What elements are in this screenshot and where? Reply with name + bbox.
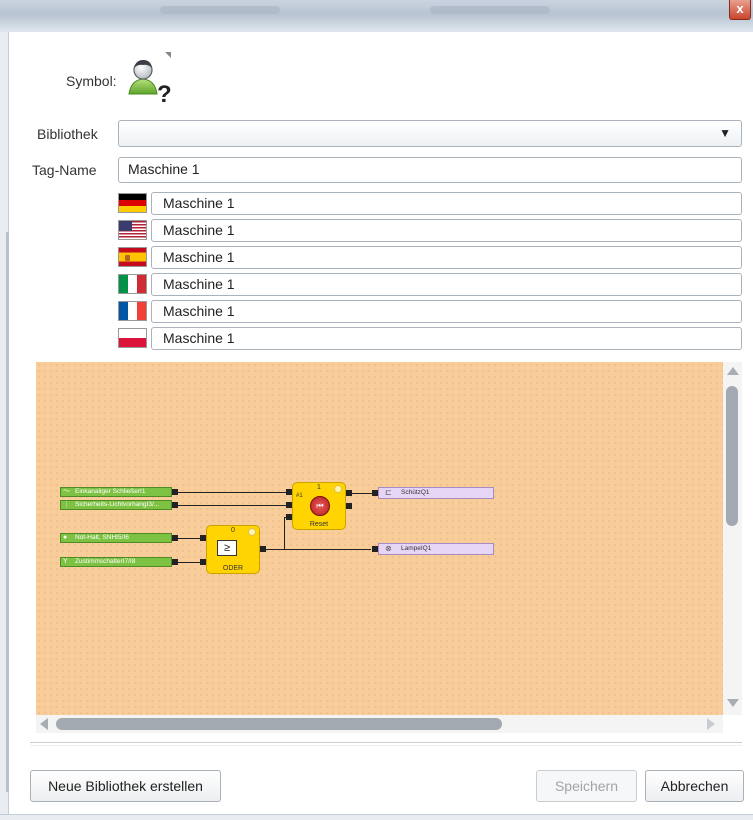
output-port[interactable] bbox=[172, 489, 178, 495]
new-library-button[interactable]: Neue Bibliothek erstellen bbox=[30, 770, 221, 802]
input-port[interactable] bbox=[200, 559, 206, 565]
scroll-down-icon[interactable] bbox=[727, 699, 739, 707]
window-frame-bottom bbox=[0, 814, 753, 820]
wire bbox=[352, 493, 372, 494]
output-port[interactable] bbox=[346, 503, 352, 509]
reset-icon: ⏮ bbox=[310, 496, 330, 516]
scroll-left-icon[interactable] bbox=[40, 718, 48, 730]
info-icon bbox=[334, 485, 342, 493]
us-flag-icon bbox=[118, 220, 147, 240]
input-node[interactable]: 〜 Einkanaliger SchließerI1 bbox=[60, 487, 172, 497]
input-port[interactable] bbox=[286, 514, 292, 520]
or-block[interactable]: 0 ≥ ODER bbox=[206, 525, 260, 574]
scroll-right-icon[interactable] bbox=[707, 718, 715, 730]
input-label: Not-Halt, SNHI5/I6 bbox=[75, 534, 129, 541]
output-port[interactable] bbox=[260, 546, 266, 552]
de-flag-icon bbox=[118, 193, 147, 213]
input-port[interactable] bbox=[286, 489, 292, 495]
library-label: Bibliothek bbox=[37, 126, 98, 142]
user-question-icon[interactable]: ? bbox=[124, 56, 174, 108]
input-node[interactable]: ⋮ Sicherheits-LichtvorhangI3/... bbox=[60, 500, 172, 510]
output-node[interactable]: ⊏ SchützQ1 bbox=[378, 487, 494, 499]
output-port[interactable] bbox=[172, 535, 178, 541]
output-node[interactable]: ⊗ LampeIQ1 bbox=[378, 543, 494, 555]
wire bbox=[284, 517, 285, 550]
tag-name-input[interactable]: Maschine 1 bbox=[118, 157, 742, 183]
title-blur bbox=[160, 6, 280, 14]
translation-input-en[interactable]: Maschine 1 bbox=[151, 219, 742, 242]
vertical-scroll-thumb[interactable] bbox=[726, 386, 738, 526]
translation-input-de[interactable]: Maschine 1 bbox=[151, 192, 742, 215]
symbol-label: Symbol: bbox=[66, 73, 117, 89]
pl-flag-icon bbox=[118, 328, 147, 348]
translation-input-pl[interactable]: Maschine 1 bbox=[151, 327, 742, 350]
info-icon bbox=[248, 528, 256, 536]
frame-rail bbox=[6, 232, 9, 792]
symbol-menu-arrow-icon[interactable] bbox=[165, 52, 171, 58]
translation-input-fr[interactable]: Maschine 1 bbox=[151, 300, 742, 323]
input-port[interactable] bbox=[286, 502, 292, 508]
divider bbox=[30, 742, 742, 743]
input-label: Sicherheits-LichtvorhangI3/... bbox=[75, 501, 160, 508]
scroll-up-icon[interactable] bbox=[727, 367, 739, 375]
block-name: ODER bbox=[222, 565, 244, 572]
reset-block[interactable]: 1 #1 ⏮ Reset bbox=[292, 482, 346, 530]
wire bbox=[178, 505, 291, 506]
divider bbox=[30, 745, 742, 746]
library-select[interactable]: ▼ bbox=[118, 120, 742, 147]
or-gate-icon: ≥ bbox=[217, 540, 237, 556]
wire bbox=[178, 492, 291, 493]
window-frame-left bbox=[0, 32, 9, 820]
output-port[interactable] bbox=[172, 502, 178, 508]
title-blur bbox=[430, 6, 550, 14]
title-bar: x bbox=[0, 0, 753, 32]
input-label: ZustimmschalterI7/I8 bbox=[75, 558, 136, 565]
enabling-switch-icon: Y bbox=[63, 558, 68, 565]
block-name: Reset bbox=[309, 521, 329, 528]
cancel-button[interactable]: Abbrechen bbox=[645, 770, 744, 802]
output-label: LampeIQ1 bbox=[401, 545, 432, 552]
translation-input-it[interactable]: Maschine 1 bbox=[151, 273, 742, 296]
output-port[interactable] bbox=[346, 490, 352, 496]
output-label: SchützQ1 bbox=[401, 489, 430, 496]
input-port[interactable] bbox=[200, 535, 206, 541]
fr-flag-icon bbox=[118, 301, 147, 321]
horizontal-scrollbar[interactable] bbox=[36, 715, 723, 733]
save-button[interactable]: Speichern bbox=[536, 770, 637, 802]
it-flag-icon bbox=[118, 274, 147, 294]
input-label: Einkanaliger SchließerI1 bbox=[75, 488, 146, 495]
es-flag-icon bbox=[118, 247, 147, 267]
vertical-scrollbar[interactable] bbox=[723, 362, 742, 715]
contactor-icon: ⊏ bbox=[385, 488, 392, 497]
block-port-label: #1 bbox=[296, 493, 303, 499]
switch-icon: 〜 bbox=[63, 488, 70, 495]
horizontal-scroll-thumb[interactable] bbox=[56, 718, 502, 730]
translation-input-es[interactable]: Maschine 1 bbox=[151, 246, 742, 269]
wire bbox=[284, 549, 371, 550]
output-port[interactable] bbox=[172, 559, 178, 565]
logic-diagram-canvas[interactable]: 〜 Einkanaliger SchließerI1 ⋮ Sicherheits-L… bbox=[36, 362, 723, 715]
svg-text:?: ? bbox=[157, 81, 172, 104]
wire bbox=[266, 549, 284, 550]
tag-name-label: Tag-Name bbox=[32, 162, 97, 178]
emergency-stop-icon: ● bbox=[63, 534, 68, 541]
input-node[interactable]: ● Not-Halt, SNHI5/I6 bbox=[60, 533, 172, 543]
light-curtain-icon: ⋮ bbox=[63, 501, 70, 508]
input-node[interactable]: Y ZustimmschalterI7/I8 bbox=[60, 557, 172, 567]
close-button[interactable]: x bbox=[729, 0, 751, 20]
chevron-down-icon: ▼ bbox=[719, 126, 731, 140]
lamp-icon: ⊗ bbox=[385, 544, 392, 553]
